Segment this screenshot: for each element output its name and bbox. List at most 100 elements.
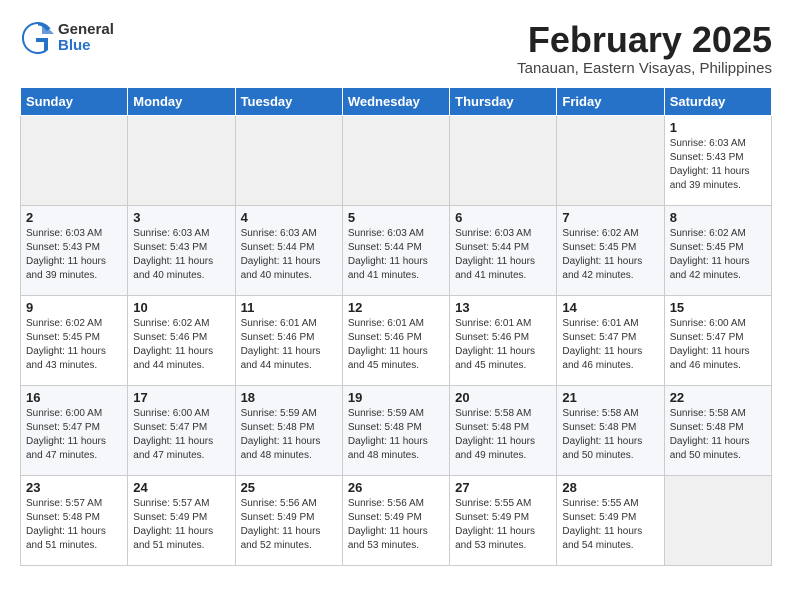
calendar-cell: 16 Sunrise: 6:00 AM Sunset: 5:47 PM Dayli… (21, 385, 128, 475)
calendar-body: 1 Sunrise: 6:03 AM Sunset: 5:43 PM Daylig… (21, 115, 772, 565)
calendar-week-row: 1 Sunrise: 6:03 AM Sunset: 5:43 PM Daylig… (21, 115, 772, 205)
day-info: Sunrise: 5:56 AM Sunset: 5:49 PM Dayligh… (241, 497, 337, 553)
day-info: Sunrise: 6:01 AM Sunset: 5:47 PM Dayligh… (562, 317, 658, 373)
day-of-week-header: Tuesday (235, 87, 342, 115)
day-number: 8 (670, 210, 766, 225)
calendar-cell (128, 115, 235, 205)
logo-general: General (58, 22, 114, 39)
day-number: 12 (348, 300, 444, 315)
day-info: Sunrise: 6:00 AM Sunset: 5:47 PM Dayligh… (26, 407, 122, 463)
calendar-cell: 14 Sunrise: 6:01 AM Sunset: 5:47 PM Dayli… (557, 295, 664, 385)
day-number: 20 (455, 390, 551, 405)
day-number: 5 (348, 210, 444, 225)
day-number: 6 (455, 210, 551, 225)
day-info: Sunrise: 5:55 AM Sunset: 5:49 PM Dayligh… (455, 497, 551, 553)
calendar-cell: 28 Sunrise: 5:55 AM Sunset: 5:49 PM Dayli… (557, 475, 664, 565)
calendar-cell (664, 475, 771, 565)
calendar-cell: 6 Sunrise: 6:03 AM Sunset: 5:44 PM Daylig… (450, 205, 557, 295)
day-info: Sunrise: 6:02 AM Sunset: 5:45 PM Dayligh… (670, 227, 766, 283)
calendar-cell: 19 Sunrise: 5:59 AM Sunset: 5:48 PM Dayli… (342, 385, 449, 475)
calendar-cell (557, 115, 664, 205)
day-info: Sunrise: 5:56 AM Sunset: 5:49 PM Dayligh… (348, 497, 444, 553)
day-number: 18 (241, 390, 337, 405)
calendar-cell: 24 Sunrise: 5:57 AM Sunset: 5:49 PM Dayli… (128, 475, 235, 565)
day-info: Sunrise: 5:58 AM Sunset: 5:48 PM Dayligh… (455, 407, 551, 463)
calendar-cell: 7 Sunrise: 6:02 AM Sunset: 5:45 PM Daylig… (557, 205, 664, 295)
calendar-cell: 17Sunrise: 6:00 AM Sunset: 5:47 PM Dayli… (128, 385, 235, 475)
day-of-week-header: Monday (128, 87, 235, 115)
day-number: 13 (455, 300, 551, 315)
day-number: 25 (241, 480, 337, 495)
calendar-cell: 20 Sunrise: 5:58 AM Sunset: 5:48 PM Dayli… (450, 385, 557, 475)
calendar-cell: 5 Sunrise: 6:03 AM Sunset: 5:44 PM Daylig… (342, 205, 449, 295)
logo-blue: Blue (58, 38, 114, 55)
day-info: Sunrise: 5:55 AM Sunset: 5:49 PM Dayligh… (562, 497, 658, 553)
day-info: Sunrise: 6:02 AM Sunset: 5:46 PM Dayligh… (133, 317, 229, 373)
day-info: Sunrise: 6:03 AM Sunset: 5:44 PM Dayligh… (455, 227, 551, 283)
day-info: Sunrise: 5:58 AM Sunset: 5:48 PM Dayligh… (562, 407, 658, 463)
calendar-cell: 3Sunrise: 6:03 AM Sunset: 5:43 PM Daylig… (128, 205, 235, 295)
logo-icon (20, 20, 56, 56)
calendar-header-row: SundayMondayTuesdayWednesdayThursdayFrid… (21, 87, 772, 115)
header: General Blue February 2025 Tanauan, East… (20, 20, 772, 77)
calendar-cell: 9Sunrise: 6:02 AM Sunset: 5:45 PM Daylig… (21, 295, 128, 385)
calendar-cell (235, 115, 342, 205)
calendar-cell: 25 Sunrise: 5:56 AM Sunset: 5:49 PM Dayli… (235, 475, 342, 565)
day-number: 24 (133, 480, 229, 495)
logo: General Blue (20, 20, 114, 56)
calendar-cell (450, 115, 557, 205)
calendar-cell: 2 Sunrise: 6:03 AM Sunset: 5:43 PM Daylig… (21, 205, 128, 295)
calendar-week-row: 16 Sunrise: 6:00 AM Sunset: 5:47 PM Dayli… (21, 385, 772, 475)
calendar-cell: 23 Sunrise: 5:57 AM Sunset: 5:48 PM Dayli… (21, 475, 128, 565)
day-number: 22 (670, 390, 766, 405)
calendar-cell: 10 Sunrise: 6:02 AM Sunset: 5:46 PM Dayli… (128, 295, 235, 385)
day-of-week-header: Sunday (21, 87, 128, 115)
day-of-week-header: Thursday (450, 87, 557, 115)
calendar-cell: 21 Sunrise: 5:58 AM Sunset: 5:48 PM Dayli… (557, 385, 664, 475)
calendar-cell: 8 Sunrise: 6:02 AM Sunset: 5:45 PM Daylig… (664, 205, 771, 295)
day-info: Sunrise: 6:01 AM Sunset: 5:46 PM Dayligh… (241, 317, 337, 373)
day-number: 4 (241, 210, 337, 225)
day-number: 14 (562, 300, 658, 315)
day-number: 23 (26, 480, 122, 495)
calendar-cell: 12 Sunrise: 6:01 AM Sunset: 5:46 PM Dayli… (342, 295, 449, 385)
calendar-cell: 11Sunrise: 6:01 AM Sunset: 5:46 PM Dayli… (235, 295, 342, 385)
title-block: February 2025 Tanauan, Eastern Visayas, … (517, 20, 772, 77)
day-number: 19 (348, 390, 444, 405)
calendar-week-row: 9Sunrise: 6:02 AM Sunset: 5:45 PM Daylig… (21, 295, 772, 385)
day-number: 28 (562, 480, 658, 495)
day-info: Sunrise: 5:57 AM Sunset: 5:49 PM Dayligh… (133, 497, 229, 553)
day-number: 21 (562, 390, 658, 405)
day-info: Sunrise: 5:57 AM Sunset: 5:48 PM Dayligh… (26, 497, 122, 553)
day-of-week-header: Friday (557, 87, 664, 115)
day-number: 10 (133, 300, 229, 315)
day-info: Sunrise: 5:59 AM Sunset: 5:48 PM Dayligh… (241, 407, 337, 463)
day-info: Sunrise: 6:00 AM Sunset: 5:47 PM Dayligh… (670, 317, 766, 373)
calendar-title: February 2025 (517, 20, 772, 60)
day-of-week-header: Wednesday (342, 87, 449, 115)
day-number: 17 (133, 390, 229, 405)
day-info: Sunrise: 5:58 AM Sunset: 5:48 PM Dayligh… (670, 407, 766, 463)
day-number: 1 (670, 120, 766, 135)
day-info: Sunrise: 5:59 AM Sunset: 5:48 PM Dayligh… (348, 407, 444, 463)
calendar-cell: 4 Sunrise: 6:03 AM Sunset: 5:44 PM Daylig… (235, 205, 342, 295)
day-number: 2 (26, 210, 122, 225)
day-number: 16 (26, 390, 122, 405)
calendar-cell: 27 Sunrise: 5:55 AM Sunset: 5:49 PM Dayli… (450, 475, 557, 565)
calendar-cell: 26 Sunrise: 5:56 AM Sunset: 5:49 PM Dayli… (342, 475, 449, 565)
day-number: 27 (455, 480, 551, 495)
day-info: Sunrise: 6:03 AM Sunset: 5:44 PM Dayligh… (348, 227, 444, 283)
day-info: Sunrise: 6:03 AM Sunset: 5:43 PM Dayligh… (133, 227, 229, 283)
day-info: Sunrise: 6:03 AM Sunset: 5:44 PM Dayligh… (241, 227, 337, 283)
day-info: Sunrise: 6:03 AM Sunset: 5:43 PM Dayligh… (26, 227, 122, 283)
calendar-week-row: 2 Sunrise: 6:03 AM Sunset: 5:43 PM Daylig… (21, 205, 772, 295)
calendar-week-row: 23 Sunrise: 5:57 AM Sunset: 5:48 PM Dayli… (21, 475, 772, 565)
day-info: Sunrise: 6:03 AM Sunset: 5:43 PM Dayligh… (670, 137, 766, 193)
day-info: Sunrise: 6:01 AM Sunset: 5:46 PM Dayligh… (455, 317, 551, 373)
day-info: Sunrise: 6:01 AM Sunset: 5:46 PM Dayligh… (348, 317, 444, 373)
day-number: 7 (562, 210, 658, 225)
day-info: Sunrise: 6:02 AM Sunset: 5:45 PM Dayligh… (26, 317, 122, 373)
calendar-table: SundayMondayTuesdayWednesdayThursdayFrid… (20, 87, 772, 566)
day-number: 26 (348, 480, 444, 495)
day-info: Sunrise: 6:02 AM Sunset: 5:45 PM Dayligh… (562, 227, 658, 283)
